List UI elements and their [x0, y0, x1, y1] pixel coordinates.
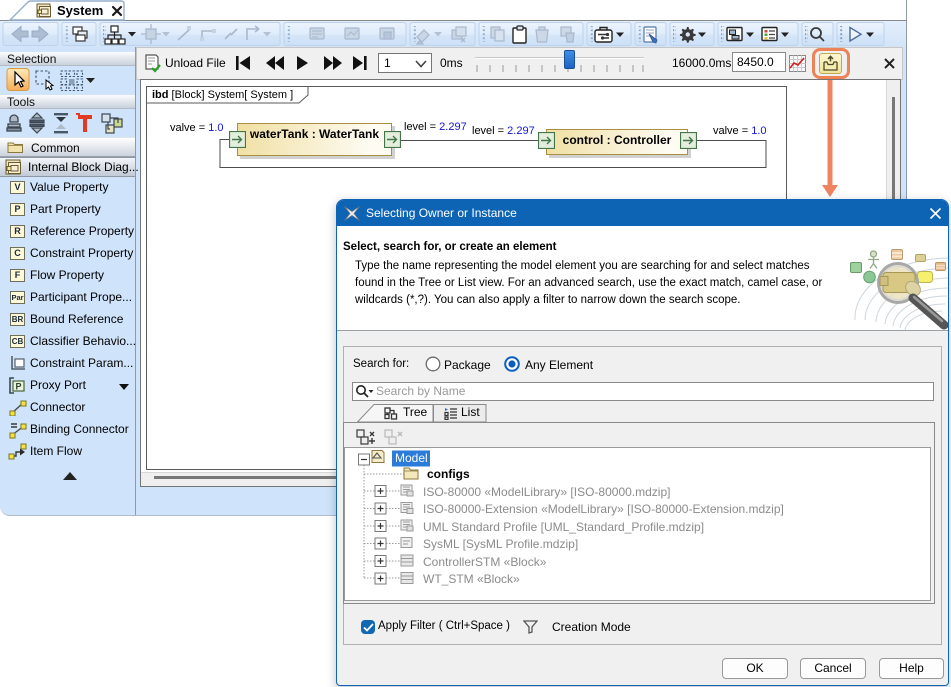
svg-text:P: P: [15, 382, 21, 392]
